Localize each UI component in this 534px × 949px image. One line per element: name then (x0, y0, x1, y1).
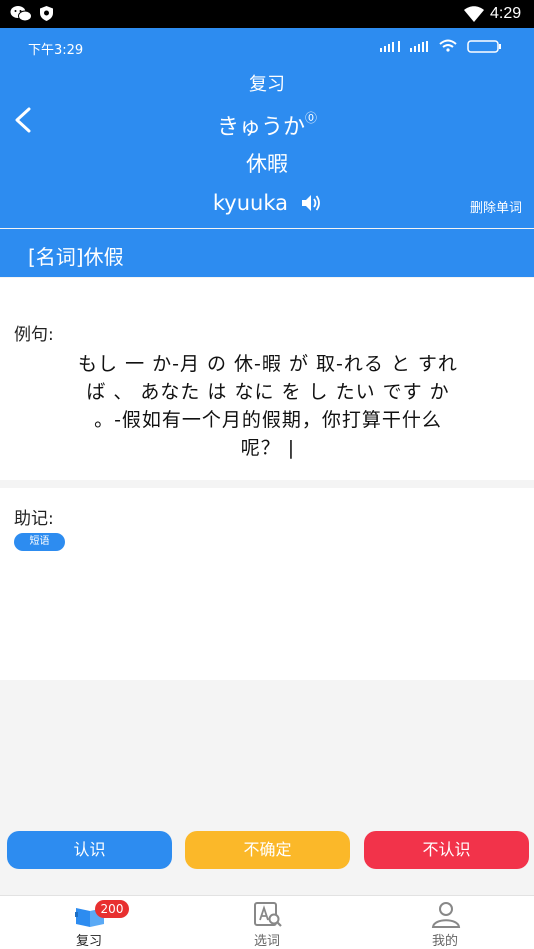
phrase-tag[interactable]: 短语 (14, 533, 65, 551)
system-status-bar: 4:29 (0, 0, 534, 28)
example-line: 呢？ | (240, 437, 296, 459)
nav-mine-label: 我的 (431, 934, 458, 949)
wifi-icon (464, 6, 484, 22)
unsure-button[interactable]: 不确定 (185, 831, 350, 869)
word-header: 下午3:29 复习 きゅうか⓪ 休暇 kyuuka 删除单词 (0, 28, 534, 228)
nav-review-label: 复习 (75, 934, 102, 949)
part-of-speech-label: [名词]休假 (28, 245, 124, 269)
system-clock: 4:29 (490, 5, 522, 22)
example-line: ば 、 あなた は なに を し たい です か (86, 381, 450, 403)
shield-icon (40, 6, 53, 21)
nav-review[interactable]: 200 复习 (0, 896, 178, 949)
mnemonic-label: 助记: (14, 509, 54, 529)
word-kana: きゅうか⓪ (0, 109, 534, 141)
example-sentence: もし 一 か-月 の 休-暇 が 取-れる と すれ ば 、 あなた は なに … (22, 350, 514, 462)
kana-text: きゅうか (216, 115, 305, 140)
nav-mine[interactable]: 我的 (356, 896, 534, 949)
example-section: 例句: もし 一 か-月 の 休-暇 が 取-れる と すれ ば 、 あなた は… (0, 278, 534, 480)
wechat-icon (10, 6, 32, 22)
example-line: 。-假如有一个月的假期，你打算干什么 (94, 409, 442, 431)
nav-select-words[interactable]: 选词 (178, 896, 356, 949)
review-count-badge: 200 (95, 900, 129, 918)
page-title: 复习 (249, 74, 285, 95)
pronunciation-row: kyuuka (0, 191, 534, 215)
delete-word-button[interactable]: 删除单词 (470, 197, 522, 216)
accent-mark: ⓪ (305, 111, 318, 125)
know-button[interactable]: 认识 (7, 831, 172, 869)
example-label: 例句: (14, 325, 54, 345)
user-icon (431, 902, 461, 928)
dictionary-search-icon (254, 902, 282, 927)
word-kanji: 休暇 (246, 152, 288, 176)
word-romaji: kyuuka (212, 191, 289, 215)
example-line: もし 一 か-月 の 休-暇 が 取-れる と すれ (78, 353, 458, 375)
signal-icons (380, 39, 501, 53)
nav-select-label: 选词 (253, 934, 280, 949)
section-divider (0, 480, 534, 488)
mnemonic-section: 助记: 短语 (0, 488, 534, 680)
bottom-navigation: 200 复习 选词 我的 (0, 895, 534, 949)
status-time: 下午3:29 (28, 43, 84, 58)
speaker-icon[interactable] (301, 194, 321, 212)
part-of-speech-bar: [名词]休假 (0, 229, 534, 277)
unknown-button[interactable]: 不认识 (364, 831, 529, 869)
